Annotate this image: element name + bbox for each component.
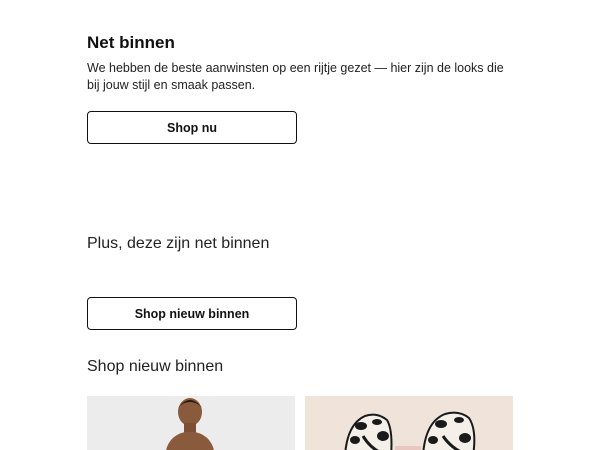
product-tile-shoes[interactable] <box>305 396 513 450</box>
shop-now-button[interactable]: Shop nu <box>87 111 297 144</box>
hero-description: We hebben de beste aanwinsten op een rij… <box>87 61 504 92</box>
hero-title: Net binnen <box>87 33 175 52</box>
new-in-heading: Plus, deze zijn net binnen <box>87 235 270 252</box>
model-image <box>87 396 295 450</box>
shop-new-in-button[interactable]: Shop nieuw binnen <box>87 297 297 330</box>
shoes-image <box>305 396 513 450</box>
shop-new-in-heading: Shop nieuw binnen <box>87 358 224 375</box>
product-tile-model[interactable] <box>87 396 295 450</box>
